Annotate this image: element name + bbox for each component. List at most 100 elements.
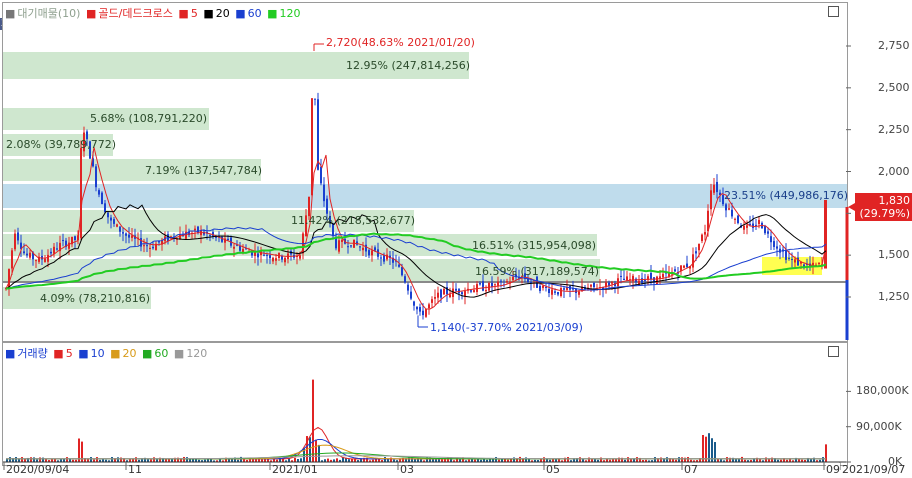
- candle-body: [284, 257, 286, 263]
- candle-body: [14, 233, 16, 250]
- candle-body: [269, 255, 271, 259]
- x-tick-label: 07: [684, 463, 698, 476]
- candle-body: [149, 247, 151, 250]
- volume-bar: [66, 457, 68, 462]
- candle-body: [737, 215, 739, 224]
- supply-band-label: 23.51% (449,986,176): [724, 189, 849, 202]
- volume-bar: [525, 457, 527, 462]
- x-tick-label: 2021/01: [272, 463, 318, 476]
- candle-body: [29, 252, 31, 258]
- volume-bar: [600, 457, 602, 462]
- candle-body: [695, 251, 697, 254]
- volume-bar: [771, 457, 773, 462]
- volume-bar: [708, 433, 710, 462]
- supply-band-label: 5.68% (108,791,220): [90, 112, 208, 125]
- candle-body: [233, 246, 235, 249]
- candle-body: [431, 299, 433, 303]
- supply-band-label: 2.08% (39,789,772): [6, 138, 117, 151]
- volume-bar: [765, 457, 767, 462]
- supply-band-label: 16.59% (317,189,574): [475, 265, 600, 278]
- volume-bar: [702, 435, 704, 462]
- candle-body: [704, 232, 706, 235]
- volume-bar: [21, 457, 23, 462]
- candle-body: [506, 281, 508, 283]
- volume-bar: [618, 457, 620, 462]
- candle-body: [272, 257, 274, 262]
- candle-body: [311, 98, 313, 196]
- volume-bar: [687, 457, 689, 462]
- candle-body: [350, 245, 352, 247]
- candle-body: [299, 255, 301, 259]
- candle-body: [143, 245, 145, 247]
- candle-body: [557, 292, 559, 295]
- candle-body: [818, 262, 820, 264]
- candle-body: [374, 247, 376, 251]
- candle-body: [95, 166, 97, 188]
- candle-body: [656, 276, 658, 285]
- volume-bar: [135, 457, 137, 462]
- volume-bar: [636, 457, 638, 462]
- candle-body: [35, 260, 37, 262]
- volume-bar: [681, 457, 683, 462]
- candle-body: [758, 220, 760, 225]
- candle-body: [74, 236, 76, 241]
- candle-body: [542, 285, 544, 288]
- candle-body: [563, 288, 565, 290]
- candle-body: [794, 259, 796, 263]
- candle-body: [368, 250, 370, 256]
- candle-body: [710, 190, 712, 210]
- volume-bar: [309, 437, 311, 462]
- x-tick-label: 2021/09/07: [842, 463, 906, 476]
- y-tick-label: 1,500: [878, 248, 910, 262]
- x-tick-label: 11: [128, 463, 142, 476]
- candle-body: [662, 273, 664, 278]
- x-tick-label: 05: [546, 463, 560, 476]
- candle-body: [53, 246, 55, 254]
- candle-body: [554, 291, 556, 293]
- candle-body: [743, 225, 745, 230]
- candle-body: [266, 254, 268, 256]
- candle-body: [767, 231, 769, 234]
- stock-chart-window: 호 ■대기매물(10) ■골드/데드크로스 ■5 ■20 ■60 ■120 ■거…: [0, 0, 912, 478]
- volume-bar: [96, 457, 98, 462]
- volume-bar: [153, 457, 155, 462]
- candle-body: [680, 265, 682, 271]
- volume-bar: [30, 457, 32, 462]
- y-tick-label: 2,000: [878, 164, 910, 178]
- volume-bar: [300, 458, 302, 462]
- volume-bar: [42, 457, 44, 462]
- candle-body: [479, 283, 481, 285]
- candle-body: [98, 190, 100, 195]
- volume-bar: [111, 457, 113, 462]
- volume-bar: [336, 458, 338, 462]
- candle-body: [146, 245, 148, 247]
- y-tick-label: 2,250: [878, 122, 910, 136]
- candle-body: [434, 296, 436, 299]
- volume-bar: [519, 456, 521, 462]
- candle-body: [611, 282, 613, 284]
- candle-body: [122, 232, 124, 234]
- volume-bar: [741, 456, 743, 462]
- candle-body: [26, 253, 28, 256]
- supply-band-label: 12.95% (247,814,256): [346, 59, 471, 72]
- volume-bar: [312, 379, 314, 462]
- candle-body: [539, 285, 541, 291]
- candle-body: [314, 98, 316, 100]
- candle-body: [101, 192, 103, 205]
- volume-bar: [15, 457, 17, 462]
- candle-body: [104, 203, 106, 213]
- current-price-value: 1,830: [878, 194, 911, 207]
- current-price-box: 1,830 (29.79%): [855, 193, 912, 221]
- volume-bar: [33, 457, 35, 462]
- candle-body: [437, 292, 439, 298]
- candle-body: [752, 223, 754, 228]
- candle-body: [791, 259, 793, 261]
- candle-body: [641, 278, 643, 284]
- y-tick-label: 2,750: [878, 39, 910, 52]
- candle-body: [731, 209, 733, 217]
- candle-body: [425, 309, 427, 317]
- volume-bar: [495, 457, 497, 462]
- vol-tick-label: 180,000K: [856, 384, 909, 398]
- supply-band-label: 16.51% (315,954,098): [472, 239, 597, 252]
- volume-bar: [327, 458, 329, 462]
